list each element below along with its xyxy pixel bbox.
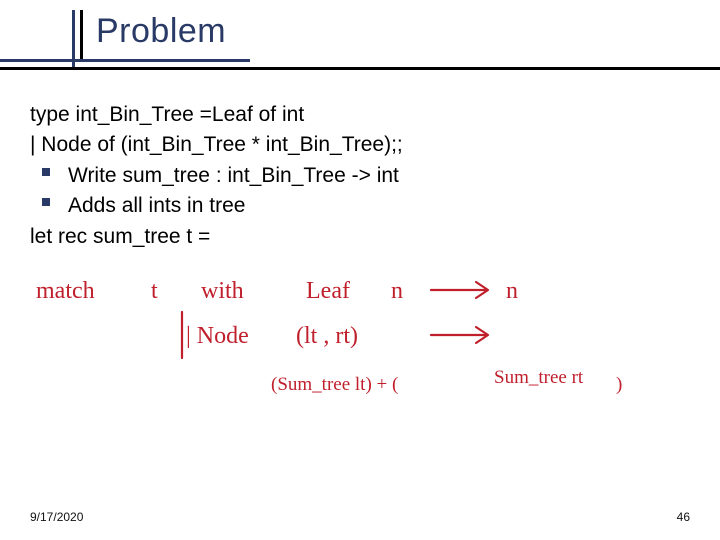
bullet-text-1: Write sum_tree : int_Bin_Tree -> int xyxy=(68,164,399,187)
title-bar: Problem xyxy=(0,10,720,70)
decor-line-vert-left xyxy=(72,10,75,67)
hw-match: match xyxy=(36,278,95,304)
bullet-item-1: Write sum_tree : int_Bin_Tree -> int xyxy=(30,161,690,191)
bullet-item-2: Adds all ints in tree xyxy=(30,191,690,221)
decor-line-vert-right xyxy=(80,10,83,59)
decor-line-bottom xyxy=(0,67,720,70)
hw-n2: n xyxy=(506,278,518,304)
code-line-2: | Node of (int_Bin_Tree * int_Bin_Tree);… xyxy=(30,130,690,160)
square-bullet-icon xyxy=(42,198,50,206)
decor-line-top xyxy=(0,59,250,62)
hw-t: t xyxy=(151,278,158,304)
slide-title: Problem xyxy=(96,12,226,51)
square-bullet-icon xyxy=(42,168,50,176)
bullet-text-2: Adds all ints in tree xyxy=(68,194,245,217)
footer-date: 9/17/2020 xyxy=(30,510,83,524)
hw-sumtree-rt: Sum_tree rt xyxy=(494,367,584,388)
code-line-3: let rec sum_tree t = xyxy=(30,222,690,252)
body-text: type int_Bin_Tree =Leaf of int | Node of… xyxy=(30,100,690,252)
hw-with: with xyxy=(201,278,244,304)
handwritten-annotation: match t with Leaf n n | Node (lt , rt) (… xyxy=(36,268,696,473)
hw-close-paren: ) xyxy=(616,374,622,395)
code-line-1: type int_Bin_Tree =Leaf of int xyxy=(30,100,690,130)
footer-page-number: 46 xyxy=(677,510,690,524)
hw-node: | Node xyxy=(186,323,249,349)
hw-n1: n xyxy=(391,278,403,304)
hw-sumtree-lt: (Sum_tree lt) + ( xyxy=(271,374,398,395)
hw-leaf: Leaf xyxy=(306,278,350,304)
hw-ltrt: (lt , rt) xyxy=(296,323,358,349)
